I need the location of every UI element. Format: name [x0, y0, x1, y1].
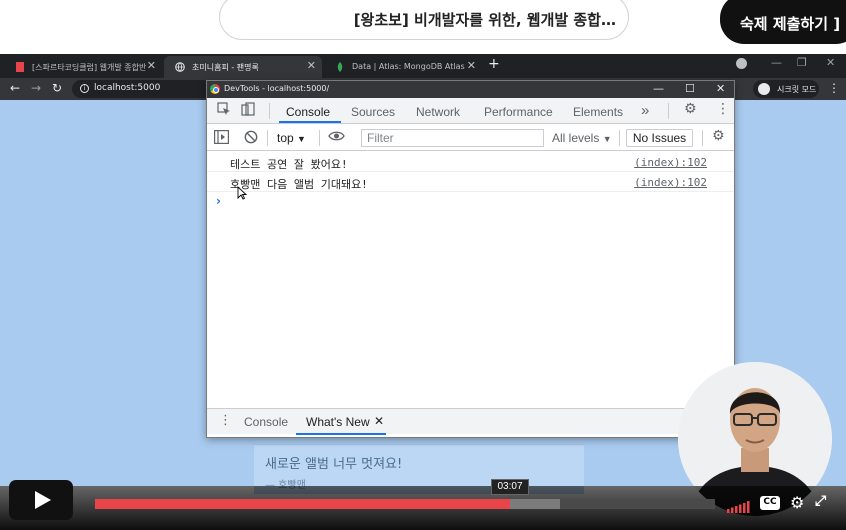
- video-progress-track[interactable]: [95, 499, 715, 509]
- issues-button[interactable]: No Issues: [626, 129, 693, 147]
- tab-elements[interactable]: Elements: [573, 105, 623, 119]
- close-icon[interactable]: ✕: [307, 59, 316, 72]
- clear-console-icon[interactable]: [244, 130, 258, 148]
- played-bar: [95, 499, 511, 509]
- console-filter-bar: top ▼ Filter All levels ▼ No Issues ⚙: [207, 125, 734, 151]
- toolbar-divider: [269, 103, 270, 119]
- submit-homework-button[interactable]: 숙제 제출하기 ]: [720, 0, 846, 44]
- url-text: localhost:5000: [94, 83, 161, 93]
- toolbar-divider: [267, 130, 268, 146]
- drawer-tab-console[interactable]: Console: [244, 415, 288, 429]
- minimize-icon[interactable]: —: [771, 56, 782, 69]
- devtools-window: DevTools - localhost:5000/ — ☐ ✕ Console…: [206, 80, 735, 438]
- forward-icon[interactable]: →: [31, 81, 41, 95]
- devtools-drawer-tabs: ⋮ Console What's New ✕: [207, 408, 734, 435]
- context-select[interactable]: top ▼: [277, 131, 306, 145]
- tab-console[interactable]: Console: [286, 105, 330, 119]
- console-log-line: 호빵맨 다음 앨범 기대돼요! (index):102: [207, 172, 734, 192]
- drawer-menu-icon[interactable]: ⋮: [219, 413, 232, 428]
- close-icon[interactable]: ✕: [147, 59, 156, 72]
- console-settings-gear-icon[interactable]: ⚙: [712, 128, 725, 144]
- restore-icon[interactable]: ❐: [797, 56, 807, 69]
- inspect-element-icon[interactable]: [217, 102, 231, 120]
- minimize-icon[interactable]: —: [653, 82, 664, 95]
- fullscreen-icon[interactable]: ⤢: [815, 493, 826, 509]
- close-icon[interactable]: ✕: [374, 414, 384, 428]
- devtools-panel-tabs: Console Sources Network Performance Elem…: [207, 98, 734, 124]
- browser-tab-minihome[interactable]: 초미니홈피 - 팬명록 ✕: [164, 56, 322, 78]
- gear-icon[interactable]: ⚙: [684, 101, 697, 117]
- mouse-cursor-icon: [237, 185, 248, 204]
- globe-icon: [175, 62, 185, 72]
- device-toolbar-icon[interactable]: [241, 102, 255, 120]
- tab-performance[interactable]: Performance: [484, 105, 553, 119]
- console-output[interactable]: 테스트 공연 잘 봤어요! (index):102 호빵맨 다음 앨범 기대돼요…: [207, 152, 734, 407]
- log-source-link[interactable]: (index):102: [634, 176, 707, 189]
- browser-tab-mongodb[interactable]: Data | Atlas: MongoDB Atlas ✕: [324, 56, 482, 78]
- lecture-title-pill[interactable]: [왕초보] 비개발자를 위한, 웹개발 종합…: [219, 0, 629, 40]
- tab-network[interactable]: Network: [416, 105, 460, 119]
- toolbar-divider: [319, 130, 320, 146]
- log-levels-select[interactable]: All levels ▼: [552, 131, 612, 145]
- review-text: 새로운 앨범 너무 멋져요!: [265, 457, 403, 472]
- info-icon[interactable]: i: [80, 84, 89, 93]
- back-icon[interactable]: ←: [10, 81, 20, 95]
- tab-label: 초미니홈피 - 팬명록: [192, 63, 259, 72]
- profile-label: 시크릿 모드: [777, 85, 817, 94]
- tab-search-icon[interactable]: [736, 58, 747, 69]
- browser-tabstrip: [스파르타코딩클럽] 웹개발 종합반 ✕ 초미니홈피 - 팬명록 ✕ Data …: [0, 54, 846, 78]
- log-message: 호빵맨 다음 앨범 기대돼요!: [230, 178, 368, 191]
- tab-label: Data | Atlas: MongoDB Atlas: [352, 62, 465, 71]
- incognito-icon: [758, 83, 770, 95]
- log-levels-value: All levels: [552, 131, 600, 145]
- console-prompt-chevron-icon[interactable]: ›: [216, 194, 221, 208]
- volume-icon[interactable]: [727, 498, 751, 517]
- drawer-active-indicator: [296, 433, 386, 435]
- reload-icon[interactable]: ↻: [52, 81, 62, 95]
- settings-gear-icon[interactable]: ⚙: [790, 493, 804, 512]
- chrome-menu-icon[interactable]: ⋮: [828, 81, 840, 95]
- devtools-titlebar: DevTools - localhost:5000/ — ☐ ✕: [207, 81, 734, 98]
- closed-captions-button[interactable]: CC: [760, 496, 780, 510]
- mongodb-leaf-icon: [335, 62, 345, 72]
- close-window-icon[interactable]: ✕: [716, 82, 725, 95]
- play-button[interactable]: [9, 480, 73, 520]
- active-tab-indicator: [279, 121, 341, 123]
- toolbar-divider: [619, 130, 620, 146]
- maximize-icon[interactable]: ☐: [685, 82, 695, 95]
- toolbar-divider: [668, 103, 669, 119]
- sidebar-toggle-icon[interactable]: [214, 130, 230, 148]
- dropdown-arrow-icon: ▼: [297, 134, 306, 144]
- video-controls: 03:07 CC ⚙ ⤢: [0, 479, 846, 530]
- more-tabs-chevron-icon[interactable]: »: [641, 102, 649, 119]
- tab-sources[interactable]: Sources: [351, 105, 395, 119]
- log-message: 테스트 공연 잘 봤어요!: [230, 158, 348, 171]
- bookmark-icon: [15, 62, 25, 72]
- drawer-tab-whats-new[interactable]: What's New: [306, 415, 370, 429]
- dropdown-arrow-icon: ▼: [602, 134, 612, 144]
- kebab-menu-icon[interactable]: ⋮: [716, 101, 730, 117]
- eye-icon[interactable]: [328, 129, 345, 147]
- filter-input[interactable]: Filter: [361, 129, 544, 147]
- scrub-time-tooltip: 03:07: [491, 479, 529, 495]
- context-select-value: top: [277, 131, 294, 145]
- lecture-header: [왕초보] 비개발자를 위한, 웹개발 종합… 숙제 제출하기 ]: [0, 0, 846, 54]
- log-source-link[interactable]: (index):102: [634, 156, 707, 169]
- console-log-line: 테스트 공연 잘 봤어요! (index):102: [207, 152, 734, 172]
- tab-label: [스파르타코딩클럽] 웹개발 종합반: [32, 63, 147, 72]
- devtools-window-title: DevTools - localhost:5000/: [224, 84, 330, 93]
- browser-tab-lecture[interactable]: [스파르타코딩클럽] 웹개발 종합반 ✕: [4, 56, 162, 78]
- incognito-profile-button[interactable]: 시크릿 모드: [753, 80, 819, 98]
- lecture-title: [왕초보] 비개발자를 위한, 웹개발 종합…: [353, 11, 616, 29]
- address-bar[interactable]: i localhost:5000: [72, 80, 212, 98]
- new-tab-button[interactable]: +: [488, 56, 500, 72]
- close-icon[interactable]: ✕: [467, 59, 476, 72]
- toolbar-divider: [702, 130, 703, 146]
- close-window-icon[interactable]: ✕: [826, 56, 835, 69]
- chrome-logo-icon: [210, 84, 220, 94]
